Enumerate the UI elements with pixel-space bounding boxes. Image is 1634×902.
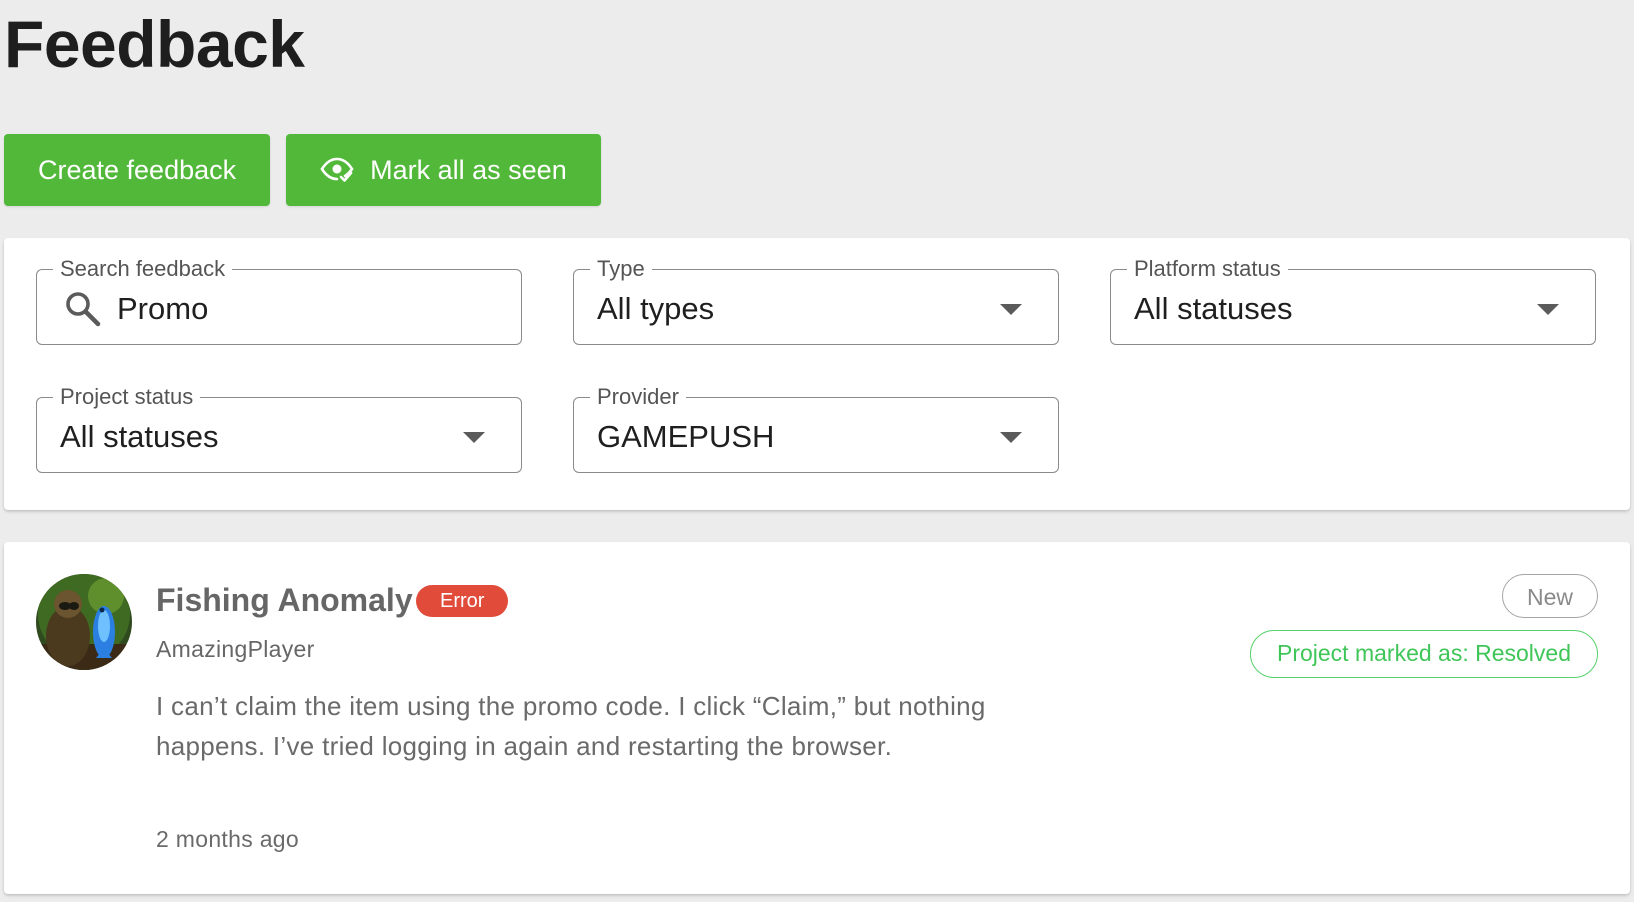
type-select[interactable]: Type All types [573, 255, 1059, 345]
type-select-value: All types [597, 291, 715, 326]
mark-all-seen-label: Mark all as seen [370, 154, 567, 185]
feedback-timestamp: 2 months ago [156, 826, 299, 852]
page-title: Feedback [4, 7, 305, 81]
feedback-author: AmazingPlayer [156, 636, 315, 662]
platform-status-select[interactable]: Platform status All statuses [1110, 255, 1596, 345]
project-status-value: All statuses [60, 419, 219, 454]
dropdown-arrow-icon [1000, 432, 1022, 443]
feedback-title[interactable]: Fishing Anomaly [156, 582, 413, 619]
project-status-label: Project status [53, 383, 201, 411]
dropdown-arrow-icon [1000, 304, 1022, 315]
create-feedback-label: Create feedback [38, 154, 237, 185]
feedback-card[interactable]: Fishing Anomaly Error AmazingPlayer I ca… [4, 542, 1630, 894]
feedback-message: I can’t claim the item using the promo c… [156, 691, 986, 761]
search-input[interactable]: Promo [117, 290, 208, 328]
avatar [36, 574, 132, 670]
search-icon [64, 290, 102, 333]
project-status-badge: Project marked as: Resolved [1249, 630, 1598, 678]
provider-label: Provider [590, 383, 686, 411]
provider-value: GAMEPUSH [597, 419, 775, 454]
status-badge-new: New [1501, 574, 1598, 618]
type-select-label: Type [590, 255, 652, 283]
action-bar: Create feedback Mark all as seen [4, 134, 601, 206]
platform-status-label: Platform status [1127, 255, 1288, 283]
eye-check-icon [320, 157, 354, 183]
mark-all-seen-button[interactable]: Mark all as seen [286, 134, 601, 206]
project-status-select[interactable]: Project status All statuses [36, 383, 522, 473]
search-field-label: Search feedback [53, 255, 233, 283]
platform-status-value: All statuses [1134, 291, 1293, 326]
search-field[interactable]: Search feedback Promo [36, 255, 522, 345]
filters-panel: Search feedback Promo Type All types Pla… [4, 238, 1630, 510]
dropdown-arrow-icon [1537, 304, 1559, 315]
dropdown-arrow-icon [463, 432, 485, 443]
create-feedback-button[interactable]: Create feedback [4, 134, 271, 206]
type-badge: Error [416, 585, 509, 617]
provider-select[interactable]: Provider GAMEPUSH [573, 383, 1059, 473]
